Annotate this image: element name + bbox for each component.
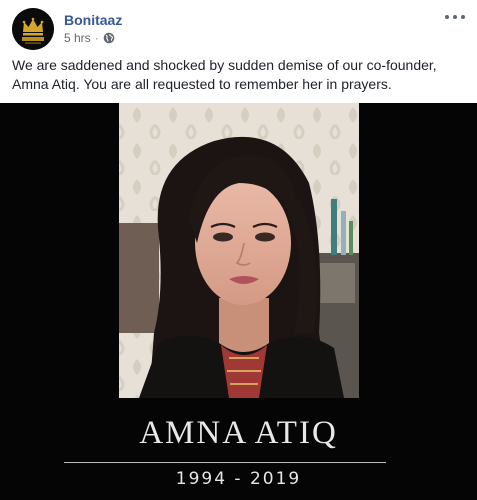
more-dot [445,15,449,19]
post-meta: 5 hrs · [64,31,115,45]
post-text: We are saddened and shocked by sudden de… [12,57,437,92]
memorial-years: 1994 - 2019 [175,469,302,489]
globe-icon[interactable] [103,32,115,44]
post-image[interactable]: AMNA ATIQ 1994 - 2019 [0,103,477,500]
page-name-link[interactable]: Bonitaaz [64,12,122,28]
portrait-illustration [119,103,359,398]
memorial-divider [64,462,386,463]
facebook-post: Bonitaaz 5 hrs · We are saddened and sho… [0,0,477,500]
page-avatar[interactable] [12,8,54,50]
more-options-icon[interactable] [445,10,465,24]
more-dot [453,15,457,19]
crown-logo-icon [12,8,54,50]
meta-separator: · [94,31,99,45]
post-timestamp[interactable]: 5 hrs [64,31,91,45]
post-header: Bonitaaz 5 hrs · [12,8,467,50]
more-dot [461,15,465,19]
portrait-photo [119,103,359,398]
memorial-name: AMNA ATIQ [139,415,338,451]
